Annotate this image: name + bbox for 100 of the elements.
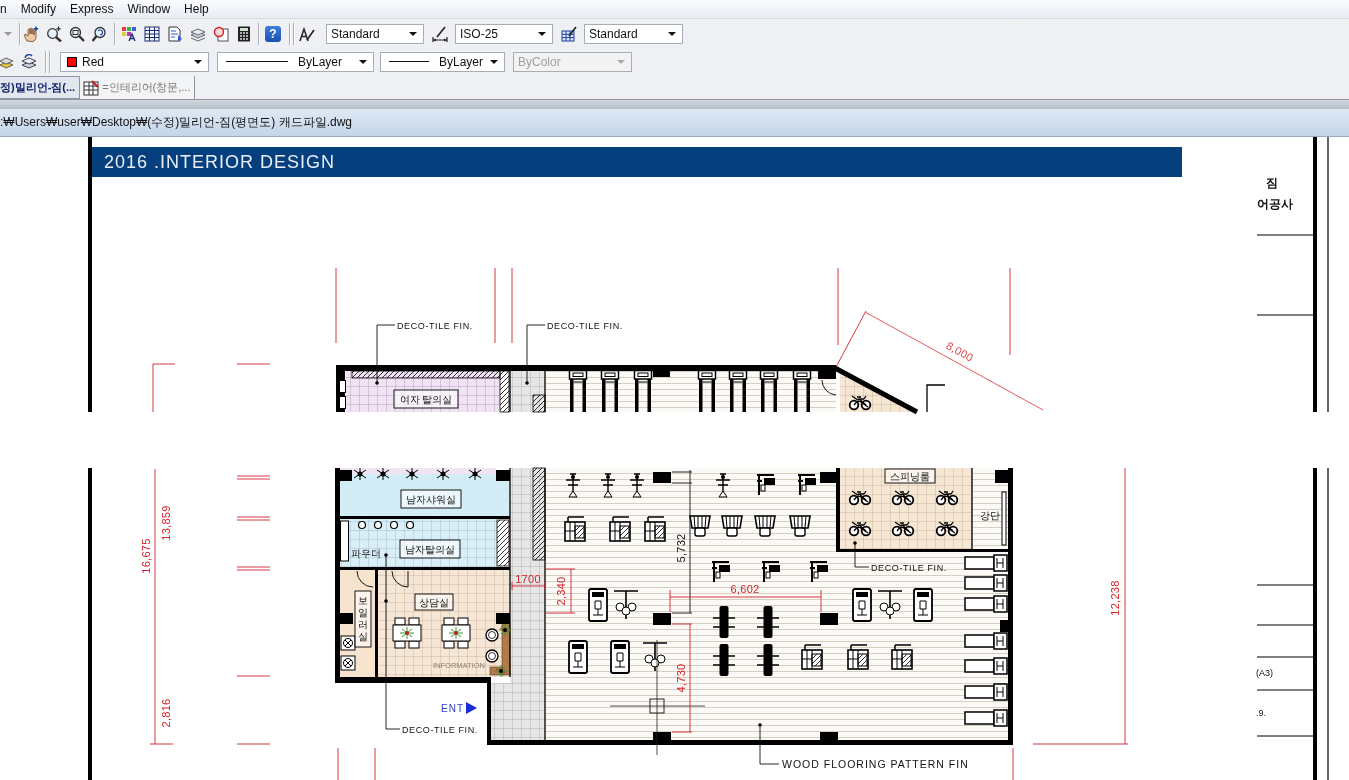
extension-line	[236, 566, 271, 571]
markup-icon[interactable]	[213, 25, 229, 42]
color-dropdown[interactable]: Red	[60, 51, 209, 72]
wall-line	[509, 370, 511, 413]
extension-line	[236, 675, 271, 677]
table-style-dropdown[interactable]: Standard	[584, 23, 683, 44]
document-tab[interactable]: =인테리어(창문,...	[80, 76, 196, 99]
text-style-dropdown[interactable]: Standard	[326, 23, 424, 44]
zoom-previous-icon[interactable]	[92, 25, 108, 42]
zoom-window-icon[interactable]	[69, 25, 85, 42]
light-fixture-icon	[353, 467, 367, 481]
seat-machine-icon	[689, 515, 711, 537]
extension-line	[374, 747, 376, 780]
bike-icon	[891, 490, 915, 506]
boiler-icon	[340, 655, 356, 671]
weight-machine-icon	[913, 588, 933, 622]
press-machine-icon	[847, 644, 869, 670]
door-swing	[356, 570, 374, 588]
room-label: 강단	[980, 510, 1000, 521]
title-block-text: 어공사	[1257, 197, 1293, 211]
text-style-icon[interactable]	[299, 25, 315, 42]
seat-machine-icon	[789, 515, 811, 537]
leader-line	[853, 541, 870, 568]
column-icon	[653, 472, 671, 483]
properties-icon[interactable]	[121, 25, 137, 42]
leader-line	[375, 324, 396, 385]
seat-machine-icon	[721, 515, 743, 537]
menu-item[interactable]: Modify	[20, 1, 57, 17]
document-tab[interactable]: 정)밀리언-짐(...	[0, 76, 81, 99]
sheets-icon[interactable]	[190, 25, 206, 42]
bench-press-icon	[712, 606, 736, 638]
extension-line	[1012, 747, 1014, 780]
menu-item[interactable]: Help	[184, 1, 209, 17]
treadmill-icon	[964, 554, 1008, 572]
linetype-dropdown[interactable]: ByLayer	[217, 51, 374, 72]
menu-item[interactable]: Express	[70, 1, 114, 17]
header-title: 2016 .INTERIOR DESIGN	[104, 152, 336, 172]
locker-row	[532, 394, 546, 413]
title-block-text: .9.	[1256, 708, 1266, 718]
stool-icon	[485, 649, 499, 663]
zoom-in-icon[interactable]	[46, 25, 62, 42]
note-text: DECO-TILE FIN.	[547, 321, 623, 331]
menu-item[interactable]: Window	[127, 1, 171, 17]
note-text: WOOD FLOORING PATTERN FIN	[782, 758, 969, 770]
multi-station-icon	[613, 590, 639, 620]
door-swing	[391, 570, 409, 588]
light-fixture-icon	[405, 467, 419, 481]
layers-arrow-icon[interactable]	[21, 53, 37, 70]
extension-line	[152, 363, 176, 413]
plant-icon	[494, 664, 508, 678]
seated-machine-icon	[761, 561, 780, 583]
room-label: 남자탈의실	[399, 539, 461, 559]
press-machine-icon	[564, 516, 586, 542]
exercise-machine-icon	[792, 369, 812, 412]
multi-station-icon	[877, 590, 903, 620]
exercise-machine-icon	[633, 369, 653, 412]
treadmill-icon	[964, 683, 1008, 701]
exercise-machine-icon	[728, 369, 748, 412]
bike-icon	[848, 521, 872, 537]
hand-icon[interactable]	[23, 25, 39, 42]
door-swing	[821, 379, 837, 396]
cable-machine-icon	[600, 473, 616, 498]
column-icon	[653, 613, 671, 625]
caret-icon	[538, 31, 546, 36]
dimension-text: 6,602	[730, 583, 760, 595]
treadmill-icon	[964, 657, 1008, 675]
document-icon[interactable]	[167, 25, 183, 42]
room-label: 상담실	[414, 593, 454, 611]
menu-item[interactable]: n	[0, 1, 7, 17]
room-label: 보일러실	[354, 590, 372, 648]
treadmill-icon	[964, 632, 1008, 650]
locker-row	[496, 519, 510, 567]
wall-line	[544, 370, 546, 413]
weight-machine-icon	[568, 640, 588, 674]
caret-icon	[194, 59, 202, 64]
dimension-style-dropdown[interactable]: ISO-25	[455, 23, 553, 44]
table-with-chairs-icon	[392, 617, 422, 649]
column-icon	[820, 472, 838, 483]
bike-icon	[848, 395, 872, 411]
column-icon	[653, 369, 670, 377]
weight-machine-icon	[610, 640, 630, 674]
help-button[interactable]: ?	[265, 25, 281, 42]
light-fixture-icon	[376, 467, 390, 481]
dimension-text: 12,238	[1109, 580, 1121, 616]
grid-icon[interactable]	[144, 25, 160, 42]
table-style-icon[interactable]	[561, 25, 577, 42]
note-text: DECO-TILE FIN.	[871, 563, 947, 573]
plant-icon	[498, 623, 512, 637]
lineweight-dropdown[interactable]: ByLayer	[380, 51, 505, 72]
room-label: 스피닝룸	[884, 468, 936, 484]
dimension-text: 13,859	[160, 505, 172, 541]
column-icon	[818, 369, 836, 379]
exercise-machine-icon	[600, 369, 620, 412]
locker-row	[340, 520, 349, 562]
calculator-icon[interactable]	[236, 25, 252, 42]
press-machine-icon	[644, 516, 666, 542]
multi-station-icon	[642, 642, 668, 672]
seat-machine-icon	[754, 515, 776, 537]
boiler-icon	[340, 635, 356, 651]
dimension-style-icon[interactable]	[432, 25, 448, 42]
